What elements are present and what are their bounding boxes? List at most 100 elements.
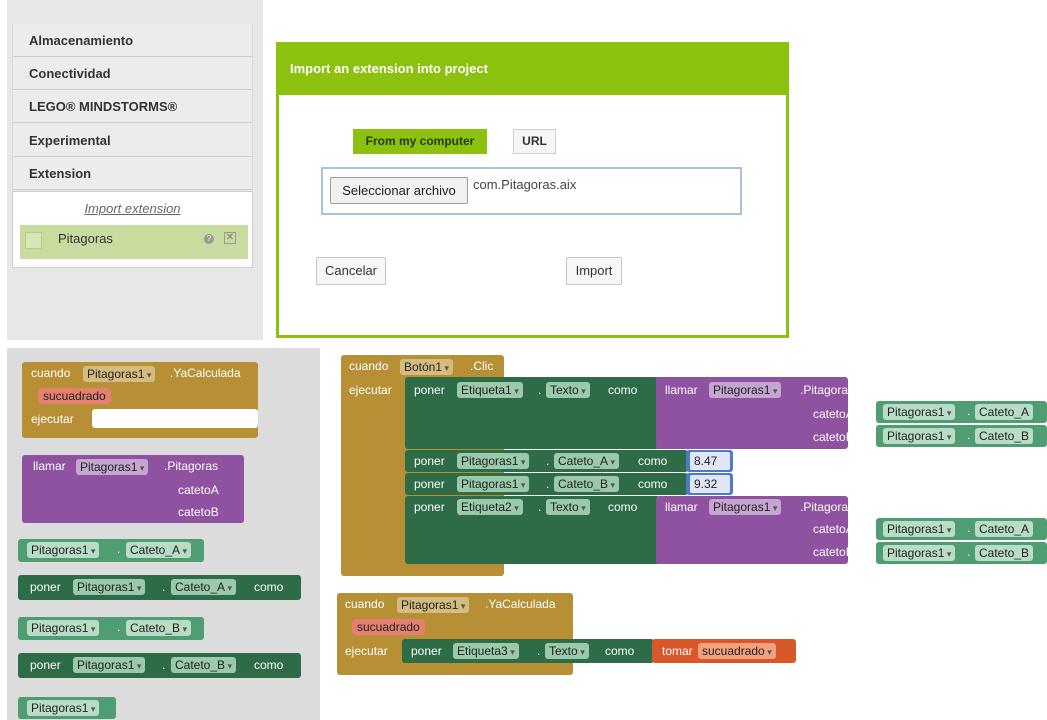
component-dropdown[interactable]: Pitagoras1 [457,453,530,469]
dot-separator: . [967,521,971,535]
to-keyword: como [608,383,638,397]
property-dropdown[interactable]: Cateto_B [975,428,1034,444]
dot-separator: . [538,500,542,514]
property-dropdown[interactable]: Cateto_B [126,620,192,636]
set-keyword: poner [414,454,445,468]
method-name: .Pitagoras [800,500,855,514]
component-dropdown[interactable]: Pitagoras1 [883,428,956,444]
component-dropdown[interactable]: Pitagoras1 [397,597,470,613]
property-dropdown[interactable]: Cateto_A [171,579,237,595]
arg-label-catetoB: catetoB [813,545,854,559]
selected-file-name: com.Pitagoras.aix [473,177,577,192]
event-parameter[interactable]: sucuadrado [352,619,425,635]
dot-separator: . [117,542,121,556]
component-dropdown[interactable]: Pitagoras1 [27,700,100,716]
extension-item-label: Pitagoras [58,231,113,246]
component-dropdown[interactable]: Etiqueta2 [457,499,523,515]
dot-separator: . [967,404,971,418]
component-dropdown[interactable]: Pitagoras1 [457,476,530,492]
choose-file-button[interactable]: Seleccionar archivo [330,177,468,204]
help-icon[interactable]: ? [204,234,214,244]
property-dropdown[interactable]: Cateto_A [554,453,620,469]
delete-icon[interactable]: ✕ [224,232,236,244]
to-keyword: como [608,500,638,514]
dot-separator: . [538,383,542,397]
arg-label-catetoB: catetoB [813,430,854,444]
dot-separator: . [162,658,166,672]
component-dropdown[interactable]: Pitagoras1 [709,382,782,398]
dot-separator: . [967,545,971,559]
dialog-title: Import an extension into project [276,42,789,95]
tab-from-my-computer[interactable]: From my computer [353,129,487,154]
component-dropdown[interactable]: Pitagoras1 [27,620,100,636]
event-name: .Clic [470,359,494,373]
event-parameter[interactable]: sucuadrado [38,388,111,404]
event-keyword: cuando [349,359,389,373]
property-dropdown[interactable]: Texto [545,643,589,659]
variable-dropdown[interactable]: sucuadrado [698,643,776,659]
property-dropdown[interactable]: Cateto_B [171,657,237,673]
property-dropdown[interactable]: Cateto_A [975,521,1034,537]
property-dropdown[interactable]: Cateto_B [975,545,1034,561]
do-keyword: ejecutar [345,644,388,658]
get-keyword: tomar [662,644,693,658]
property-dropdown[interactable]: Cateto_A [975,404,1034,420]
component-dropdown[interactable]: Pitagoras1 [883,521,956,537]
call-keyword: llamar [665,500,698,514]
property-dropdown[interactable]: Cateto_A [126,542,192,558]
to-keyword: como [254,580,284,594]
category-conectividad[interactable]: Conectividad [12,57,253,90]
dot-separator: . [117,620,121,634]
call-keyword: llamar [665,383,698,397]
component-dropdown[interactable]: Pitagoras1 [883,404,956,420]
cancel-button[interactable]: Cancelar [316,257,386,285]
category-almacenamiento[interactable]: Almacenamiento [12,24,253,57]
do-keyword: ejecutar [349,383,392,397]
event-name: .YaCalculada [170,366,241,380]
set-keyword: poner [30,580,61,594]
dot-separator: . [967,428,971,442]
call-keyword: llamar [33,459,66,473]
event-keyword: cuando [31,366,71,380]
category-lego-mindstorms[interactable]: LEGO® MINDSTORMS® [12,90,253,123]
to-keyword: como [638,454,668,468]
category-extension[interactable]: Extension [12,157,253,190]
component-dropdown[interactable]: Botón1 [400,359,454,375]
arg-label-catetoA: catetoA [178,483,219,497]
property-dropdown[interactable]: Texto [546,382,590,398]
component-dropdown[interactable]: Etiqueta1 [457,382,523,398]
component-dropdown[interactable]: Pitagoras1 [27,542,100,558]
to-keyword: como [605,644,635,658]
number-field[interactable]: 9.32 [690,475,730,493]
event-keyword: cuando [345,597,385,611]
arg-label-catetoA: catetoA [813,522,854,536]
component-dropdown[interactable]: Etiqueta3 [453,643,519,659]
extension-item-pitagoras[interactable]: Pitagoras ? ✕ [20,225,248,259]
component-dropdown[interactable]: Pitagoras1 [76,459,149,475]
category-experimental[interactable]: Experimental [12,124,253,157]
method-name: .Pitagoras [164,459,219,473]
component-dropdown[interactable]: Pitagoras1 [709,499,782,515]
arg-label-catetoA: catetoA [813,407,854,421]
property-dropdown[interactable]: Texto [546,499,590,515]
dot-separator: . [537,644,541,658]
tab-url[interactable]: URL [513,129,556,154]
import-button[interactable]: Import [566,257,622,285]
component-dropdown[interactable]: Pitagoras1 [73,657,146,673]
set-keyword: poner [414,500,445,514]
event-name: .YaCalculada [485,597,556,611]
number-field[interactable]: 8.47 [690,452,730,470]
dot-separator: . [162,580,166,594]
to-keyword: como [638,477,668,491]
statement-socket [92,409,258,428]
import-extension-link[interactable]: Import extension [12,201,253,216]
component-dropdown[interactable]: Pitagoras1 [883,545,956,561]
property-dropdown[interactable]: Cateto_B [554,476,620,492]
set-keyword: poner [414,383,445,397]
component-dropdown[interactable]: Pitagoras1 [83,366,156,382]
method-name: .Pitagoras [800,383,855,397]
set-keyword: poner [411,644,442,658]
component-icon [25,232,42,249]
component-dropdown[interactable]: Pitagoras1 [73,579,146,595]
dot-separator: . [546,477,550,491]
